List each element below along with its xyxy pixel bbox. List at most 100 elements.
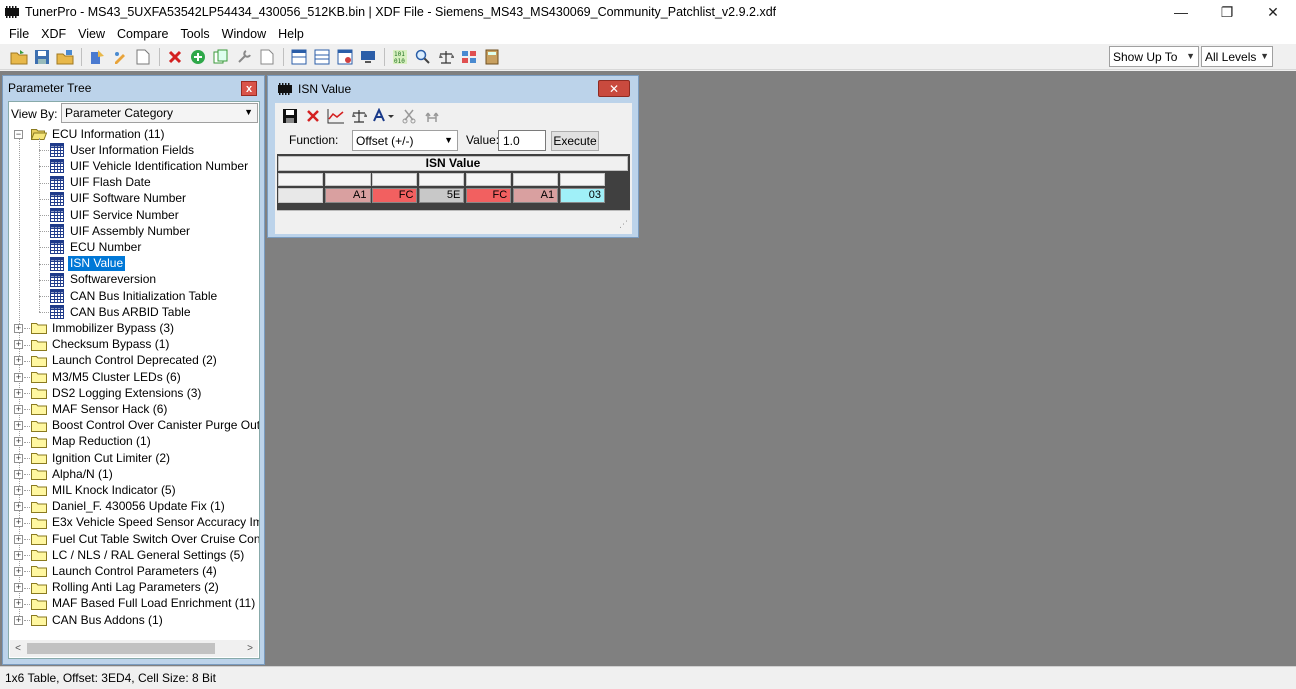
scrollbar-thumb[interactable]	[27, 643, 215, 654]
tree-item-parameter[interactable]: Softwareversion	[50, 272, 158, 288]
menu-xdf[interactable]: XDF	[35, 24, 72, 44]
menu-help[interactable]: Help	[272, 24, 310, 44]
expand-icon[interactable]: +	[14, 599, 23, 609]
tree-item-category[interactable]: MIL Knock Indicator (5)	[31, 482, 178, 498]
table-cell[interactable]: 03	[559, 188, 605, 203]
row-header-cell[interactable]	[278, 188, 323, 203]
tree-item-ecu-information[interactable]: ECU Information (11)	[31, 126, 166, 142]
save-xdf-icon[interactable]	[86, 46, 108, 68]
tree-item-category[interactable]: MAF Sensor Hack (6)	[31, 401, 169, 417]
tree-item-category[interactable]: Fuel Cut Table Switch Over Cruise Contro…	[31, 531, 259, 547]
value-input[interactable]: 1.0	[498, 130, 546, 151]
column-header-cell[interactable]	[418, 173, 465, 186]
tree-item-category[interactable]: CAN Bus Addons (1)	[31, 612, 165, 628]
blank-page-icon[interactable]	[256, 46, 278, 68]
expand-icon[interactable]: +	[14, 566, 23, 576]
merge-arrows-icon[interactable]	[421, 106, 443, 126]
menu-compare[interactable]: Compare	[111, 24, 174, 44]
resize-grip-icon[interactable]: ⋰	[619, 219, 628, 230]
expand-icon[interactable]: +	[14, 485, 23, 495]
tree-horizontal-scrollbar[interactable]: < >	[10, 640, 258, 657]
tree-item-category[interactable]: Alpha/N (1)	[31, 466, 115, 482]
edit-xdf-icon[interactable]	[109, 46, 131, 68]
cancel-icon[interactable]	[302, 106, 324, 126]
compare-blocks-icon[interactable]	[458, 46, 480, 68]
menu-window[interactable]: Window	[216, 24, 272, 44]
expand-icon[interactable]: +	[14, 388, 23, 398]
expand-icon[interactable]: +	[14, 421, 23, 431]
expand-icon[interactable]: +	[14, 356, 23, 366]
expand-icon[interactable]: +	[14, 372, 23, 382]
wrench-icon[interactable]	[233, 46, 255, 68]
levels-select[interactable]: All Levels ▼	[1201, 46, 1273, 67]
save-icon[interactable]	[31, 46, 53, 68]
tree-item-category[interactable]: Ignition Cut Limiter (2)	[31, 450, 172, 466]
expand-icon[interactable]: +	[14, 323, 23, 333]
column-header-cell[interactable]	[465, 173, 512, 186]
tree-item-parameter[interactable]: ECU Number	[50, 239, 143, 255]
expand-icon[interactable]: +	[14, 550, 23, 560]
execute-button[interactable]: Execute	[551, 131, 599, 151]
search-icon[interactable]	[412, 46, 434, 68]
compare-scale-icon[interactable]	[435, 46, 457, 68]
cut-icon[interactable]	[398, 106, 420, 126]
new-document-icon[interactable]	[132, 46, 154, 68]
view-by-select[interactable]: Parameter Category ▼	[61, 103, 258, 123]
expand-icon[interactable]: +	[14, 518, 23, 528]
tree-item-category[interactable]: Launch Control Deprecated (2)	[31, 353, 219, 369]
expand-icon[interactable]: +	[14, 340, 23, 350]
table-cell[interactable]: FC	[465, 188, 512, 203]
expand-icon[interactable]: +	[14, 437, 23, 447]
close-button[interactable]: ✕	[1250, 0, 1296, 24]
calculator-icon[interactable]	[481, 46, 503, 68]
menu-view[interactable]: View	[72, 24, 111, 44]
menu-file[interactable]: File	[3, 24, 35, 44]
save-icon[interactable]	[279, 106, 301, 126]
column-header-cell[interactable]	[512, 173, 559, 186]
table-cell[interactable]: 5E	[418, 188, 465, 203]
compare-scale-icon[interactable]	[348, 106, 370, 126]
isn-window-close-button[interactable]: ✕	[598, 80, 630, 97]
tree-item-category[interactable]: Launch Control Parameters (4)	[31, 563, 219, 579]
restore-button[interactable]: ❐	[1204, 0, 1250, 24]
tree-item-parameter[interactable]: UIF Service Number	[50, 207, 181, 223]
open-bin-icon[interactable]	[54, 46, 76, 68]
column-header-cell[interactable]	[559, 173, 605, 186]
properties-window-icon[interactable]	[334, 46, 356, 68]
tree-item-category[interactable]: Checksum Bypass (1)	[31, 337, 171, 353]
tree-item-parameter[interactable]: UIF Vehicle Identification Number	[50, 158, 250, 174]
function-select[interactable]: Offset (+/-) ▼	[352, 130, 458, 151]
collapse-icon[interactable]: −	[14, 129, 23, 139]
parameter-tree-close-button[interactable]: x	[241, 81, 257, 96]
minimize-button[interactable]: —	[1158, 0, 1204, 24]
table-cell[interactable]: A1	[512, 188, 559, 203]
tree-item-category[interactable]: MAF Based Full Load Enrichment (11)	[31, 596, 257, 612]
tree-item-category[interactable]: Immobilizer Bypass (3)	[31, 320, 176, 336]
tree-item-category[interactable]: Rolling Anti Lag Parameters (2)	[31, 580, 221, 596]
tree-item-parameter[interactable]: CAN Bus Initialization Table	[50, 288, 219, 304]
scroll-right-icon[interactable]: >	[242, 643, 258, 654]
scroll-left-icon[interactable]: <	[10, 643, 26, 654]
expand-icon[interactable]: +	[14, 615, 23, 625]
column-header-cell[interactable]	[371, 173, 418, 186]
table-cell[interactable]: A1	[325, 188, 371, 203]
tree-item-category[interactable]: Map Reduction (1)	[31, 434, 153, 450]
window-tile-icon[interactable]	[288, 46, 310, 68]
add-parameter-icon[interactable]	[187, 46, 209, 68]
tree-item-category[interactable]: LC / NLS / RAL General Settings (5)	[31, 547, 246, 563]
menu-tools[interactable]: Tools	[174, 24, 215, 44]
binary-view-icon[interactable]: 101 010	[389, 46, 411, 68]
window-split-icon[interactable]	[311, 46, 333, 68]
tree-item-category[interactable]: M3/M5 Cluster LEDs (6)	[31, 369, 183, 385]
tree-item-category[interactable]: E3x Vehicle Speed Sensor Accuracy Improv	[31, 515, 259, 531]
tree-item-parameter[interactable]: User Information Fields	[50, 142, 196, 158]
expand-icon[interactable]: +	[14, 404, 23, 414]
tree-item-parameter[interactable]: ISN Value	[50, 256, 126, 272]
tree-item-parameter[interactable]: CAN Bus ARBID Table	[50, 304, 193, 320]
font-color-dropdown-icon[interactable]	[371, 106, 397, 126]
expand-icon[interactable]: +	[14, 583, 23, 593]
tree-item-category[interactable]: DS2 Logging Extensions (3)	[31, 385, 203, 401]
tree-item-category[interactable]: Boost Control Over Canister Purge Output	[31, 418, 259, 434]
tree-item-category[interactable]: Daniel_F. 430056 Update Fix (1)	[31, 499, 227, 515]
graph-icon[interactable]	[325, 106, 347, 126]
